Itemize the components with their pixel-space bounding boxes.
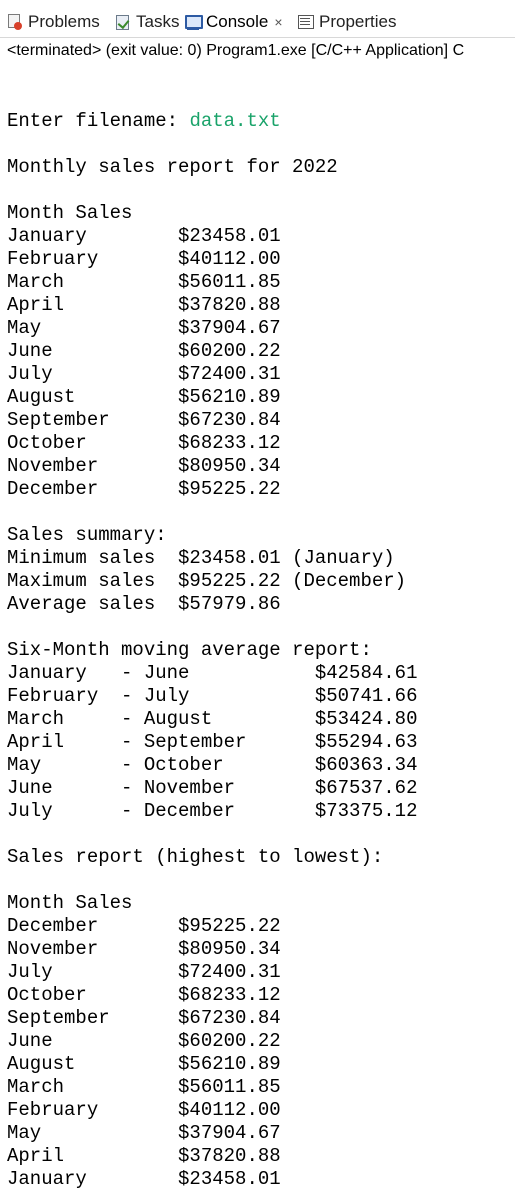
console-line: Sales report (highest to lowest): — [7, 846, 384, 868]
console-line: February $40112.00 — [7, 1099, 281, 1121]
console-line: Maximum sales $95225.22 (December) — [7, 570, 407, 592]
view-tab-bar: Problems Tasks Console × Properties — [0, 0, 515, 38]
console-line: November $80950.34 — [7, 455, 281, 477]
user-input-text: data.txt — [189, 110, 281, 132]
console-output[interactable]: Enter filename: data.txt Monthly sales r… — [7, 64, 515, 1191]
tab-properties-label: Properties — [319, 12, 397, 31]
console-line: January $23458.01 — [7, 1168, 281, 1190]
tab-console-label: Console — [206, 12, 269, 31]
console-line: Month Sales — [7, 892, 133, 914]
close-icon[interactable]: × — [274, 14, 282, 30]
console-line: December $95225.22 — [7, 478, 281, 500]
console-line: Average sales $57979.86 — [7, 593, 281, 615]
console-line: April $37820.88 — [7, 294, 281, 316]
console-line: January $23458.01 — [7, 225, 281, 247]
console-line: June $60200.22 — [7, 340, 281, 362]
console-line: Monthly sales report for 2022 — [7, 156, 338, 178]
prompt-text: Enter filename: — [7, 110, 190, 132]
console-line: May $37904.67 — [7, 317, 281, 339]
prompt-line: Enter filename: data.txt — [7, 110, 515, 133]
tab-tasks[interactable]: Tasks — [114, 8, 179, 36]
console-line: November $80950.34 — [7, 938, 281, 960]
console-line: August $56210.89 — [7, 386, 281, 408]
console-line: June $60200.22 — [7, 1030, 281, 1052]
console-line: March $56011.85 — [7, 271, 281, 293]
console-line: January - June $42584.61 — [7, 662, 418, 684]
console-line: July $72400.31 — [7, 961, 281, 983]
console-line: December $95225.22 — [7, 915, 281, 937]
console-line: March - August $53424.80 — [7, 708, 418, 730]
tab-tasks-label: Tasks — [136, 12, 180, 31]
properties-icon — [297, 13, 315, 31]
console-status-line: <terminated> (exit value: 0) Program1.ex… — [7, 42, 465, 59]
tasks-icon — [114, 13, 132, 31]
tab-properties[interactable]: Properties — [297, 8, 396, 36]
console-line: April $37820.88 — [7, 1145, 281, 1167]
console-line: July - December $73375.12 — [7, 800, 418, 822]
tab-problems[interactable]: Problems — [6, 8, 100, 36]
console-line: September $67230.84 — [7, 409, 281, 431]
console-line: April - September $55294.63 — [7, 731, 418, 753]
console-line: February $40112.00 — [7, 248, 281, 270]
console-line: July $72400.31 — [7, 363, 281, 385]
console-line: Minimum sales $23458.01 (January) — [7, 547, 395, 569]
console-line: August $56210.89 — [7, 1053, 281, 1075]
tab-problems-label: Problems — [28, 12, 100, 31]
console-line: Month Sales — [7, 202, 133, 224]
console-line: Sales summary: — [7, 524, 167, 546]
console-line: September $67230.84 — [7, 1007, 281, 1029]
console-line: May - October $60363.34 — [7, 754, 418, 776]
problems-icon — [6, 13, 24, 31]
console-line: October $68233.12 — [7, 984, 281, 1006]
console-line: March $56011.85 — [7, 1076, 281, 1098]
console-icon — [184, 13, 203, 31]
console-line: May $37904.67 — [7, 1122, 281, 1144]
console-line: February - July $50741.66 — [7, 685, 418, 707]
tab-console[interactable]: Console × — [184, 8, 283, 36]
console-line: June - November $67537.62 — [7, 777, 418, 799]
console-line: Six-Month moving average report: — [7, 639, 372, 661]
console-line: October $68233.12 — [7, 432, 281, 454]
